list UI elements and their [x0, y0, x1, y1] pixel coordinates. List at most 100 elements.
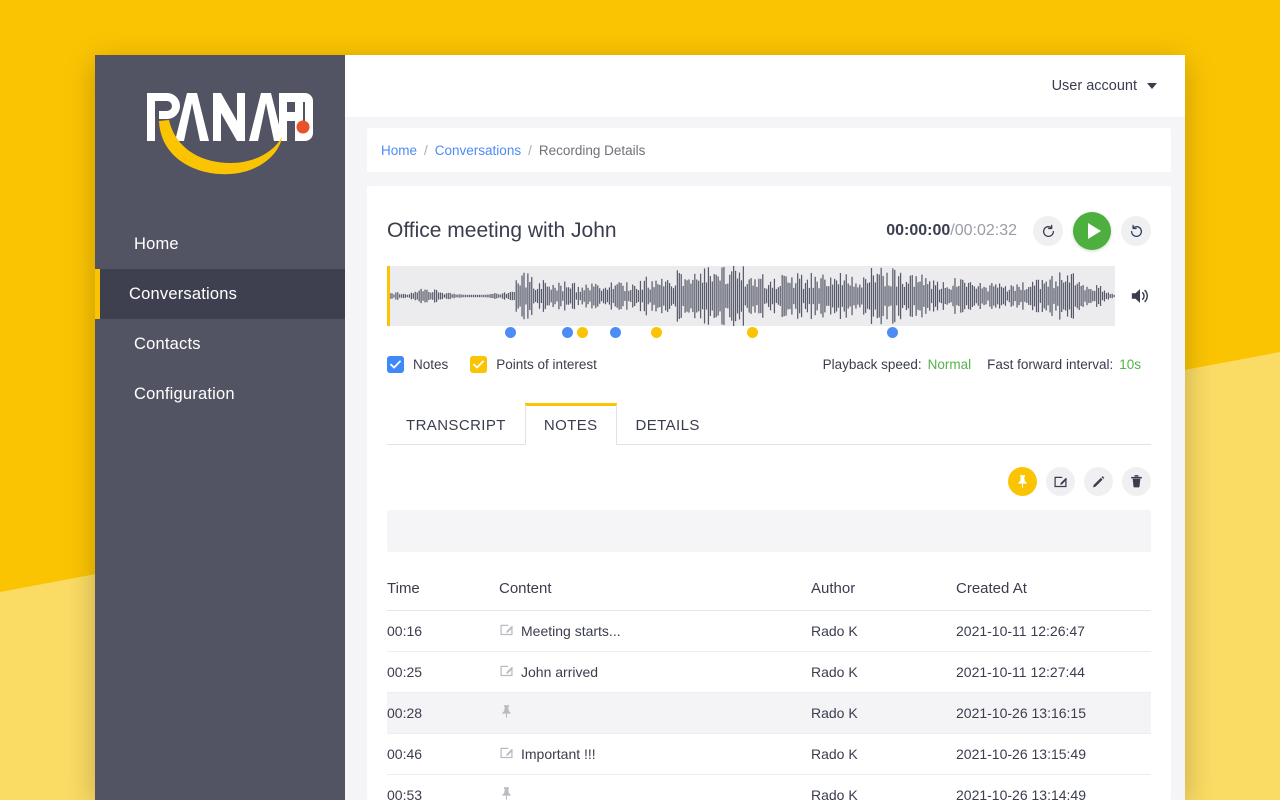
- cell-time: 00:25: [387, 651, 499, 693]
- add-note-button[interactable]: [1046, 467, 1075, 496]
- cell-created-at: 2021-10-11 12:27:44: [956, 651, 1151, 693]
- waveform-graphic: [387, 266, 1115, 326]
- sidebar-nav: Home Conversations Contacts Configuratio…: [95, 219, 345, 419]
- waveform-marker-note[interactable]: [886, 327, 898, 338]
- top-bar: User account: [345, 55, 1185, 117]
- forward-icon: [1130, 224, 1142, 237]
- player-options: Notes Points of interest Playback speed:…: [387, 356, 1151, 373]
- note-text: Meeting starts...: [521, 623, 621, 639]
- cell-time: 00:53: [387, 774, 499, 800]
- note-edit-icon: [1054, 476, 1068, 488]
- waveform-marker-poi[interactable]: [746, 327, 758, 338]
- app-logo: [95, 77, 345, 197]
- player-controls: 00:00:00/00:02:32: [886, 212, 1151, 250]
- notes-checkbox[interactable]: Notes: [387, 356, 448, 373]
- sidebar-item-conversations[interactable]: Conversations: [95, 269, 345, 319]
- waveform-marker-note[interactable]: [504, 327, 516, 338]
- rewind-button[interactable]: [1033, 216, 1063, 246]
- breadcrumb-item-recording-details: Recording Details: [538, 142, 646, 158]
- trash-icon: [1131, 475, 1142, 488]
- waveform-marker-note[interactable]: [610, 327, 622, 338]
- cell-created-at: 2021-10-26 13:16:15: [956, 692, 1151, 734]
- fast-forward-interval-label: Fast forward interval:: [987, 357, 1114, 372]
- checkbox-checked-icon: [470, 356, 488, 373]
- tab-details[interactable]: DETAILS: [617, 403, 719, 445]
- page-title: Office meeting with John: [387, 219, 617, 242]
- notes-table-head: Time Content Author Created At: [387, 572, 1151, 611]
- sidebar-item-contacts[interactable]: Contacts: [95, 319, 345, 369]
- table-row[interactable]: 00:28 Rado K 2021-10-26 13:16:15: [387, 692, 1151, 734]
- content-area: User account Home / Conversations / Reco…: [345, 55, 1185, 800]
- pin-icon: [1018, 475, 1027, 488]
- cell-author: Rado K: [811, 651, 956, 693]
- points-of-interest-checkbox[interactable]: Points of interest: [470, 356, 597, 373]
- notes-filter-strip[interactable]: [387, 510, 1151, 552]
- cell-content: [499, 692, 811, 734]
- sidebar-item-label: Conversations: [129, 284, 238, 303]
- marker-filters: Notes Points of interest: [387, 356, 597, 373]
- forward-button[interactable]: [1121, 216, 1151, 246]
- pencil-icon: [1093, 476, 1105, 488]
- cell-content: Meeting starts...: [499, 610, 811, 652]
- volume-icon[interactable]: [1129, 286, 1151, 306]
- tab-transcript[interactable]: TRANSCRIPT: [387, 403, 525, 445]
- cell-content: [499, 774, 811, 800]
- time-total: 00:02:32: [954, 222, 1017, 239]
- banafo-logo-icon: [147, 93, 313, 175]
- play-button[interactable]: [1073, 212, 1111, 250]
- sidebar-item-configuration[interactable]: Configuration: [95, 369, 345, 419]
- breadcrumb-item-conversations[interactable]: Conversations: [435, 143, 521, 158]
- tab-notes[interactable]: NOTES: [524, 403, 617, 445]
- fast-forward-interval-value[interactable]: 10s: [1119, 357, 1141, 372]
- column-header-content[interactable]: Content: [499, 572, 811, 611]
- playhead[interactable]: [387, 266, 390, 326]
- cell-author: Rado K: [811, 774, 956, 800]
- breadcrumb-separator: /: [528, 142, 532, 158]
- edit-button[interactable]: [1084, 467, 1113, 496]
- waveform-marker-poi[interactable]: [650, 327, 662, 338]
- waveform-marker-poi[interactable]: [577, 327, 589, 338]
- cell-created-at: 2021-10-11 12:26:47: [956, 610, 1151, 652]
- waveform-marker-note[interactable]: [561, 327, 573, 338]
- note-edit-icon: [500, 665, 514, 677]
- sidebar-item-home[interactable]: Home: [95, 219, 345, 269]
- pin-icon: [502, 787, 511, 800]
- sidebar-item-label: Home: [134, 234, 179, 253]
- waveform[interactable]: [387, 266, 1115, 326]
- points-of-interest-checkbox-label: Points of interest: [496, 357, 597, 372]
- cell-created-at: 2021-10-26 13:15:49: [956, 733, 1151, 775]
- row-type-icon: [499, 786, 514, 800]
- cell-author: Rado K: [811, 610, 956, 652]
- user-account-menu[interactable]: User account: [1052, 78, 1157, 94]
- cell-author: Rado K: [811, 692, 956, 734]
- pin-button[interactable]: [1008, 467, 1037, 496]
- table-header-row: Time Content Author Created At: [387, 572, 1151, 611]
- table-row[interactable]: 00:46 Important !!! Rado K 2021-10-26 13:15…: [387, 733, 1151, 775]
- recording-details-card: Office meeting with John 00:00:00/00:02:…: [367, 186, 1171, 800]
- table-row[interactable]: 00:16 Meeting starts... Rado K 2021-10-11 1…: [387, 610, 1151, 652]
- note-text: John arrived: [521, 664, 599, 680]
- column-header-created-at[interactable]: Created At: [956, 572, 1151, 611]
- time-display: 00:00:00/00:02:32: [886, 222, 1017, 240]
- waveform-markers: [387, 326, 1151, 342]
- playback-speed-value[interactable]: Normal: [928, 357, 972, 372]
- column-header-author[interactable]: Author: [811, 572, 956, 611]
- row-type-icon: [499, 704, 514, 722]
- breadcrumb-separator: /: [424, 142, 428, 158]
- checkbox-checked-icon: [387, 356, 404, 373]
- note-edit-icon: [500, 624, 514, 636]
- note-text: Important !!!: [521, 746, 596, 762]
- column-header-time[interactable]: Time: [387, 572, 499, 611]
- row-type-icon: [499, 622, 514, 640]
- cell-time: 00:28: [387, 692, 499, 734]
- notes-checkbox-label: Notes: [413, 357, 449, 372]
- table-row[interactable]: 00:25 John arrived Rado K 2021-10-11 12:27:…: [387, 651, 1151, 693]
- cell-content: John arrived: [499, 651, 811, 693]
- table-row[interactable]: 00:53 Rado K 2021-10-26 13:14:49: [387, 774, 1151, 800]
- pin-icon: [502, 705, 511, 718]
- breadcrumb-item-home[interactable]: Home: [381, 143, 417, 158]
- delete-button[interactable]: [1122, 467, 1151, 496]
- rewind-icon: [1042, 224, 1054, 237]
- tab-bar: TRANSCRIPT NOTES DETAILS: [387, 403, 1151, 445]
- cell-content: Important !!!: [499, 733, 811, 775]
